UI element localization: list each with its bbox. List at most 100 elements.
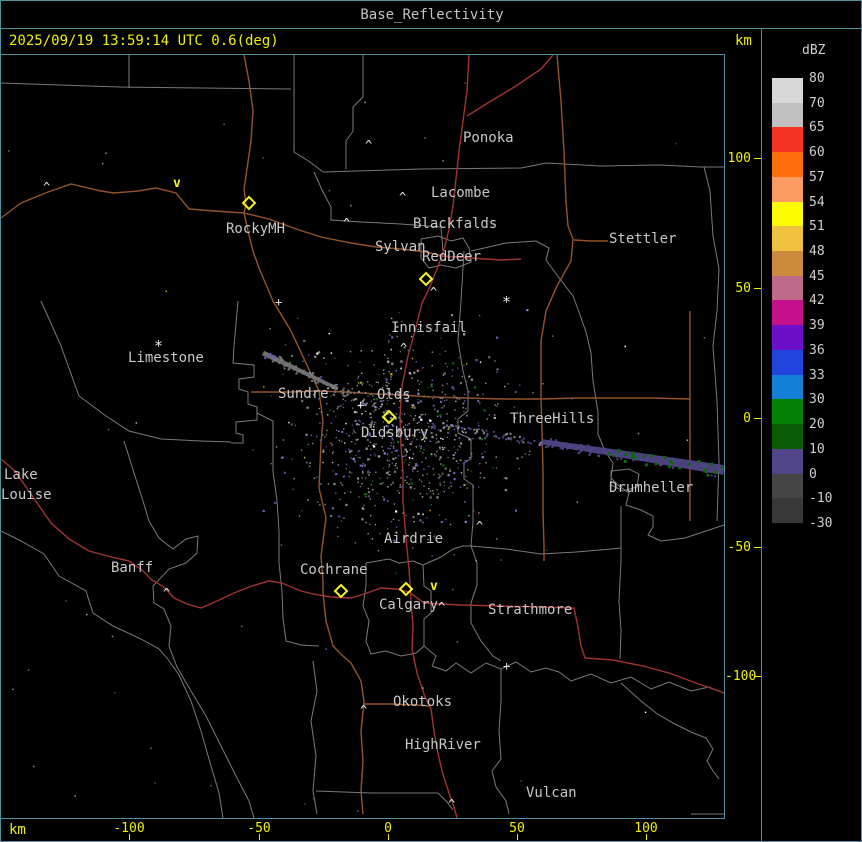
clutter-dot — [395, 413, 398, 415]
clutter-dot — [686, 439, 689, 441]
legend-value-label: 33 — [809, 367, 825, 383]
echo-streak-east-speckle — [665, 460, 668, 463]
clutter-dot — [306, 406, 309, 409]
clutter-dot — [373, 398, 375, 401]
clutter-dot — [571, 398, 573, 400]
clutter-dot — [417, 389, 420, 391]
clutter-dot — [413, 487, 416, 490]
clutter-dot — [431, 383, 433, 385]
clutter-dot — [442, 438, 444, 440]
clutter-dot — [415, 446, 417, 448]
clutter-dot — [442, 422, 445, 425]
clutter-dot — [74, 795, 76, 797]
clutter-dot — [12, 688, 14, 691]
clutter-dot — [422, 474, 424, 477]
clutter-dot — [373, 453, 376, 455]
clutter-dot — [456, 397, 458, 400]
legend-value-label: 36 — [809, 342, 825, 358]
clutter-dot — [454, 452, 457, 454]
echo-streak-east-speckle — [433, 427, 436, 430]
clutter-dot — [165, 290, 167, 292]
clutter-dot — [262, 509, 265, 513]
echo-streak-east-speckle — [604, 449, 607, 452]
clutter-dot — [472, 510, 475, 512]
clutter-dot — [382, 449, 385, 452]
echo-streak-east-speckle — [543, 442, 546, 445]
clutter-dot — [296, 317, 299, 319]
clutter-dot — [431, 490, 434, 492]
echo-streak-northwest-speckle — [314, 379, 317, 382]
clutter-dot — [441, 384, 444, 387]
clutter-dot — [431, 555, 433, 557]
clutter-dot — [443, 372, 446, 375]
clutter-dot — [394, 450, 396, 452]
echo-streak-east-speckle — [658, 464, 661, 467]
echo-streak-east-speckle — [588, 454, 591, 457]
clutter-dot — [453, 446, 455, 448]
clutter-dot — [419, 450, 422, 452]
clutter-dot — [420, 445, 423, 448]
clutter-dot — [404, 479, 406, 482]
clutter-dot — [485, 443, 488, 445]
echo-streak-northwest-speckle — [302, 369, 305, 372]
clutter-dot — [330, 422, 333, 425]
clutter-dot — [344, 492, 346, 494]
clutter-dot — [386, 477, 389, 479]
clutter-dot — [388, 370, 390, 373]
clutter-dot — [375, 471, 377, 474]
clutter-dot — [412, 516, 415, 519]
echo-streak-northwest-speckle — [311, 372, 314, 375]
clutter-dot — [373, 403, 376, 405]
clutter-dot — [439, 456, 442, 459]
clutter-dot — [400, 366, 402, 369]
clutter-dot — [371, 385, 373, 387]
radar-map[interactable]: Ponoka Lacombe Blackfalds SylvanRedDeer Stet… — [1, 55, 724, 818]
clutter-dot — [470, 455, 473, 457]
clutter-dot — [397, 440, 400, 444]
echo-streak-east-speckle — [628, 455, 631, 458]
clutter-dot — [392, 445, 395, 447]
map-area[interactable]: Ponoka Lacombe Blackfalds Sylvan RedDeer Stet… — [1, 55, 724, 818]
clutter-dot — [332, 470, 334, 472]
clutter-dot — [345, 468, 347, 470]
clutter-dot — [447, 428, 450, 430]
clutter-dot — [330, 384, 333, 386]
clutter-dot — [447, 449, 450, 452]
clutter-dot — [439, 448, 441, 450]
clutter-dot — [384, 354, 386, 356]
city-label: Vulcan — [526, 785, 577, 801]
clutter-dot — [455, 460, 458, 462]
clutter-dot — [409, 449, 411, 451]
clutter-dot — [403, 451, 405, 453]
clutter-dot — [386, 381, 388, 383]
clutter-dot — [304, 803, 306, 805]
clutter-dot — [432, 468, 434, 470]
echo-streak-east-speckle — [557, 441, 560, 444]
legend-value-label: 0 — [809, 466, 817, 482]
city-label: Lake — [4, 467, 38, 483]
clutter-dot — [485, 462, 487, 464]
clutter-dot — [391, 362, 394, 365]
highway-brown — [573, 239, 608, 242]
county-boundary — [620, 682, 720, 780]
clutter-dot — [345, 450, 347, 453]
echo-streak-east-speckle — [432, 422, 435, 425]
clutter-dot — [341, 484, 344, 486]
clutter-dot — [322, 461, 324, 464]
echo-streak-east-speckle — [598, 455, 601, 458]
echo-streak-east-speckle — [671, 466, 674, 469]
clutter-dot — [437, 493, 440, 495]
clutter-dot — [445, 518, 447, 521]
legend-value-label: 60 — [809, 145, 825, 161]
clutter-dot — [532, 392, 534, 394]
highway-brown — [1, 183, 245, 219]
echo-streak-east-speckle — [522, 441, 525, 444]
echo-streak-northwest-speckle — [333, 384, 336, 387]
legend-color-block — [772, 349, 803, 375]
clutter-dot — [335, 429, 338, 432]
clutter-dot — [345, 503, 348, 507]
clutter-dot — [443, 446, 446, 449]
clutter-dot — [335, 492, 337, 494]
clutter-dot — [453, 428, 456, 431]
clutter-dot — [354, 542, 356, 544]
